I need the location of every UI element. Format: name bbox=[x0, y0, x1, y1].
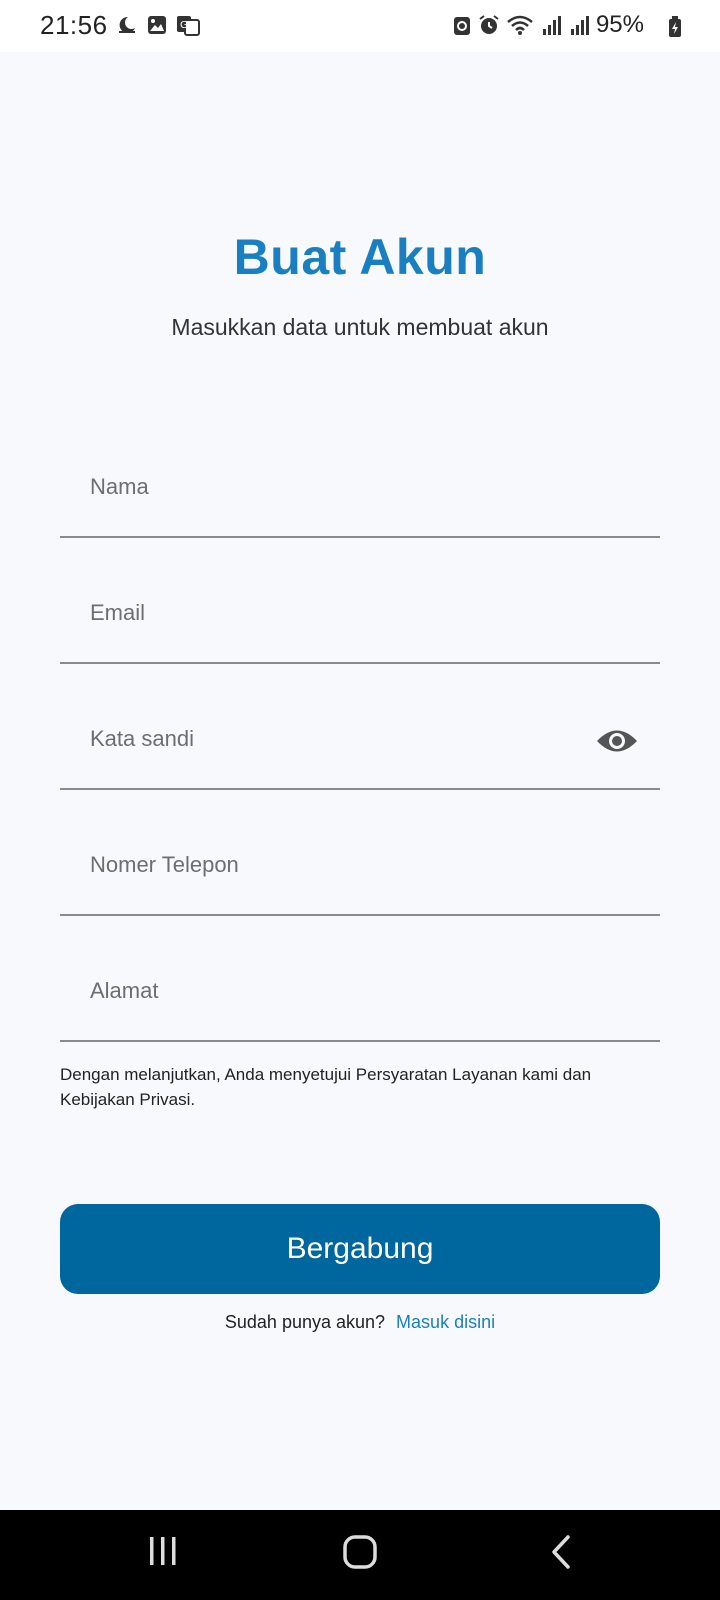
eye-icon[interactable] bbox=[596, 726, 638, 756]
gallery-icon bbox=[146, 14, 168, 36]
wifi-icon bbox=[506, 14, 534, 36]
address-field[interactable]: Alamat bbox=[60, 950, 660, 1042]
signal-icon bbox=[540, 14, 562, 36]
login-row: Sudah punya akun? Masuk disini bbox=[0, 1312, 720, 1333]
phone-field-placeholder: Nomer Telepon bbox=[90, 852, 239, 877]
email-field[interactable]: Email bbox=[60, 572, 660, 664]
password-field-placeholder: Kata sandi bbox=[90, 726, 194, 751]
battery-percentage: 95% bbox=[595, 11, 644, 38]
name-field[interactable]: Nama bbox=[60, 446, 660, 538]
name-field-placeholder: Nama bbox=[90, 474, 149, 499]
phone-field[interactable]: Nomer Telepon bbox=[60, 824, 660, 916]
page-subtitle: Masukkan data untuk membuat akun bbox=[171, 314, 549, 340]
moon-icon bbox=[116, 14, 138, 36]
status-bar: 21:56 G 95% bbox=[0, 0, 720, 52]
login-link[interactable]: Masuk disini bbox=[396, 1312, 495, 1332]
status-time: 21:56 bbox=[40, 10, 108, 40]
alarm-icon bbox=[478, 14, 500, 36]
battery-icon bbox=[668, 16, 682, 38]
translate-icon: G bbox=[176, 14, 200, 36]
navigation-bar bbox=[0, 1510, 720, 1600]
address-field-placeholder: Alamat bbox=[90, 978, 159, 1003]
login-prompt: Sudah punya akun? bbox=[224, 1312, 386, 1332]
signal-icon bbox=[568, 14, 590, 36]
svg-text:G: G bbox=[180, 20, 188, 31]
recycle-icon bbox=[452, 14, 472, 36]
status-left-icons: G bbox=[116, 14, 200, 36]
back-icon[interactable] bbox=[548, 1534, 576, 1570]
join-button[interactable]: Bergabung bbox=[60, 1204, 660, 1294]
recent-apps-icon[interactable] bbox=[146, 1534, 180, 1568]
home-icon[interactable] bbox=[342, 1534, 378, 1570]
email-field-placeholder: Email bbox=[90, 600, 146, 625]
terms-text: Dengan melanjutkan, Anda menyetujui Pers… bbox=[60, 1065, 592, 1109]
page-title: Buat Akun bbox=[233, 229, 487, 285]
password-field[interactable]: Kata sandi bbox=[60, 698, 660, 790]
